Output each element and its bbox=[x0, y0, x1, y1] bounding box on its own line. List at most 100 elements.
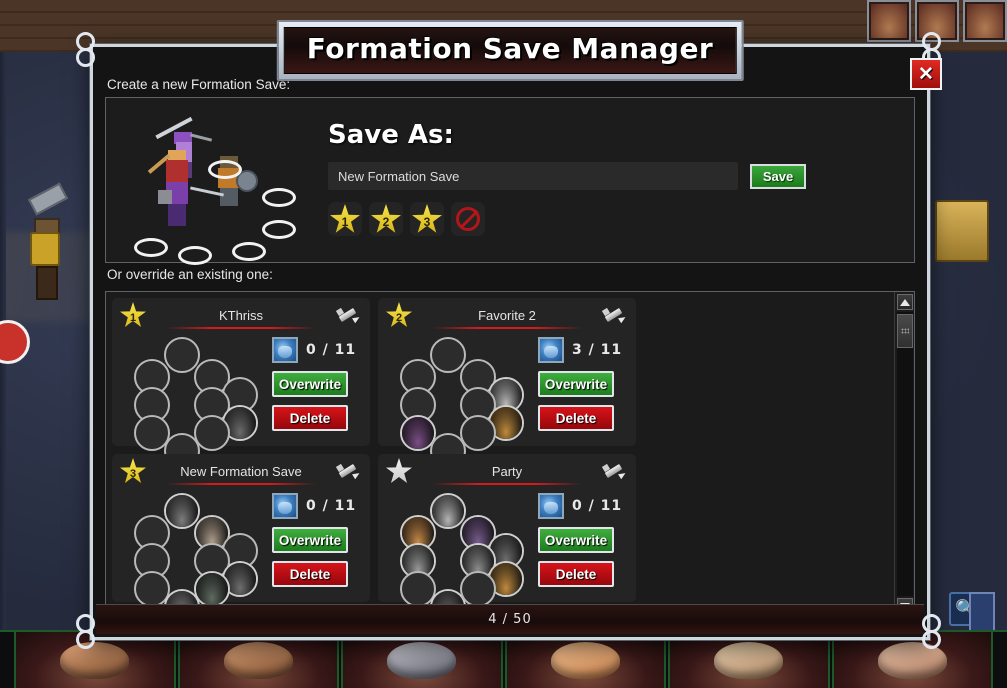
background-scroll-item bbox=[935, 200, 989, 262]
preview-slot-marker bbox=[178, 246, 212, 265]
pencil-icon[interactable] bbox=[601, 306, 628, 324]
save-card-title: Party bbox=[491, 463, 523, 479]
unit-count-row: 0 / 11 bbox=[538, 493, 628, 519]
formation-slot-empty[interactable] bbox=[164, 337, 200, 373]
scrollbar-thumb[interactable] bbox=[897, 314, 913, 348]
helmet-icon bbox=[538, 493, 564, 519]
save-count-status: 4 / 50 bbox=[488, 612, 532, 627]
unit-count-label: 0 / 11 bbox=[306, 342, 357, 358]
window-footer: 4 / 50 bbox=[96, 604, 924, 634]
overwrite-button[interactable]: Overwrite bbox=[538, 527, 614, 553]
prohibited-icon bbox=[456, 207, 480, 231]
character-portrait bbox=[402, 417, 434, 449]
favorite-star-icon[interactable]: 2 bbox=[386, 302, 412, 327]
formation-name-input[interactable] bbox=[328, 162, 738, 190]
formation-slot-empty[interactable] bbox=[194, 415, 230, 451]
helmet-icon bbox=[272, 337, 298, 363]
favorite-star-icon[interactable]: 1 bbox=[120, 302, 146, 327]
favorite-star-icon[interactable] bbox=[386, 458, 412, 483]
save-card[interactable]: Party 0 / 11 Overwrite Delete bbox=[378, 454, 636, 616]
roster-portrait bbox=[14, 632, 176, 688]
favorite-star-label: 3 bbox=[129, 467, 137, 480]
save-card-header: 3 New Formation Save bbox=[120, 458, 362, 483]
save-card[interactable]: 2 Favorite 2 3 / 11 Overwrite Delete bbox=[378, 298, 636, 469]
pencil-icon[interactable] bbox=[335, 462, 362, 480]
star-icon: 2 bbox=[371, 204, 401, 233]
formation-save-manager-window: Formation Save Manager ✕ Create a new Fo… bbox=[76, 20, 942, 649]
star-icon: 3 bbox=[412, 204, 442, 233]
unit-count-label: 0 / 11 bbox=[306, 498, 357, 514]
window-body: Create a new Formation Save: Save As: Ne… bbox=[93, 47, 927, 637]
background-card-thumb bbox=[963, 0, 1007, 42]
roster-portrait bbox=[668, 632, 830, 688]
page-title: Formation Save Manager bbox=[306, 32, 714, 65]
star-3-label: 3 bbox=[423, 214, 431, 229]
delete-button[interactable]: Delete bbox=[272, 405, 348, 431]
pencil-icon[interactable] bbox=[601, 462, 628, 480]
save-button[interactable]: Save bbox=[750, 163, 806, 189]
formation-slot-empty[interactable] bbox=[460, 571, 496, 607]
delete-button[interactable]: Delete bbox=[272, 561, 348, 587]
formation-slot-occupied[interactable] bbox=[164, 493, 200, 529]
saves-scrollbar[interactable] bbox=[894, 292, 914, 616]
helmet-icon bbox=[538, 337, 564, 363]
scrollbar-track[interactable] bbox=[897, 312, 913, 596]
save-card[interactable]: 1 KThriss 0 / 11 Overwrite Delete bbox=[112, 298, 370, 469]
star-1-button[interactable]: 1 bbox=[328, 202, 362, 236]
formation-preview bbox=[106, 98, 316, 265]
save-card-title: Favorite 2 bbox=[478, 307, 536, 323]
roster-portrait bbox=[504, 632, 666, 688]
unit-count-row: 0 / 11 bbox=[272, 493, 362, 519]
roster-portrait bbox=[831, 632, 993, 688]
formation-slot-empty[interactable] bbox=[430, 337, 466, 373]
save-card-body: 0 / 11 Overwrite Delete bbox=[120, 333, 362, 469]
star-2-label: 2 bbox=[382, 214, 390, 229]
star-3-button[interactable]: 3 bbox=[410, 202, 444, 236]
window-title-plate: Formation Save Manager bbox=[276, 20, 744, 81]
overwrite-button[interactable]: Overwrite bbox=[272, 371, 348, 397]
roster-portrait bbox=[177, 632, 339, 688]
formation-slot-empty[interactable] bbox=[460, 415, 496, 451]
pencil-icon[interactable] bbox=[335, 306, 362, 324]
formation-slot-occupied[interactable] bbox=[430, 493, 466, 529]
background-character-sprite-dwarf bbox=[24, 182, 76, 310]
save-card-actions: 3 / 11 Overwrite Delete bbox=[536, 333, 628, 445]
character-portrait bbox=[196, 573, 228, 605]
preview-slot-marker bbox=[232, 242, 266, 261]
close-button[interactable]: ✕ bbox=[910, 58, 942, 90]
formation-grid bbox=[386, 333, 536, 469]
save-card[interactable]: 3 New Formation Save 0 / 11 Overwrite Delete bbox=[112, 454, 370, 616]
saves-list: 1 KThriss 0 / 11 Overwrite Delete 2 Favorite 2… bbox=[106, 292, 894, 616]
formation-slot-occupied[interactable] bbox=[194, 571, 230, 607]
formation-grid bbox=[120, 489, 270, 616]
background-top-card-row bbox=[867, 0, 1007, 42]
background-card-thumb bbox=[867, 0, 911, 42]
save-card-header: 2 Favorite 2 bbox=[386, 302, 628, 327]
override-section-label: Or override an existing one: bbox=[107, 267, 273, 282]
delete-button[interactable]: Delete bbox=[538, 561, 614, 587]
overwrite-button[interactable]: Overwrite bbox=[272, 527, 348, 553]
title-underline bbox=[166, 327, 316, 329]
create-formation-panel: Save As: Save 1 2 bbox=[105, 97, 915, 265]
overwrite-button[interactable]: Overwrite bbox=[538, 371, 614, 397]
save-card-body: 3 / 11 Overwrite Delete bbox=[386, 333, 628, 469]
favorite-star-icon[interactable]: 3 bbox=[120, 458, 146, 483]
save-card-title: New Formation Save bbox=[180, 463, 302, 479]
scroll-up-button[interactable] bbox=[897, 294, 913, 310]
preview-slot-marker bbox=[208, 160, 242, 179]
star-rating-row: 1 2 3 bbox=[328, 202, 914, 236]
chevron-up-icon bbox=[900, 298, 910, 306]
save-card-body: 0 / 11 Overwrite Delete bbox=[386, 489, 628, 616]
save-as-column: Save As: Save 1 2 bbox=[316, 98, 914, 262]
star-2-button[interactable]: 2 bbox=[369, 202, 403, 236]
save-card-actions: 0 / 11 Overwrite Delete bbox=[270, 333, 362, 445]
formation-grid bbox=[120, 333, 270, 469]
save-card-title: KThriss bbox=[218, 307, 264, 323]
delete-button[interactable]: Delete bbox=[538, 405, 614, 431]
no-star-button[interactable] bbox=[451, 202, 485, 236]
preview-slot-marker bbox=[134, 238, 168, 257]
save-card-actions: 0 / 11 Overwrite Delete bbox=[536, 489, 628, 601]
unit-count-row: 0 / 11 bbox=[272, 337, 362, 363]
star-icon: 1 bbox=[330, 204, 360, 233]
roster-portrait bbox=[341, 632, 503, 688]
